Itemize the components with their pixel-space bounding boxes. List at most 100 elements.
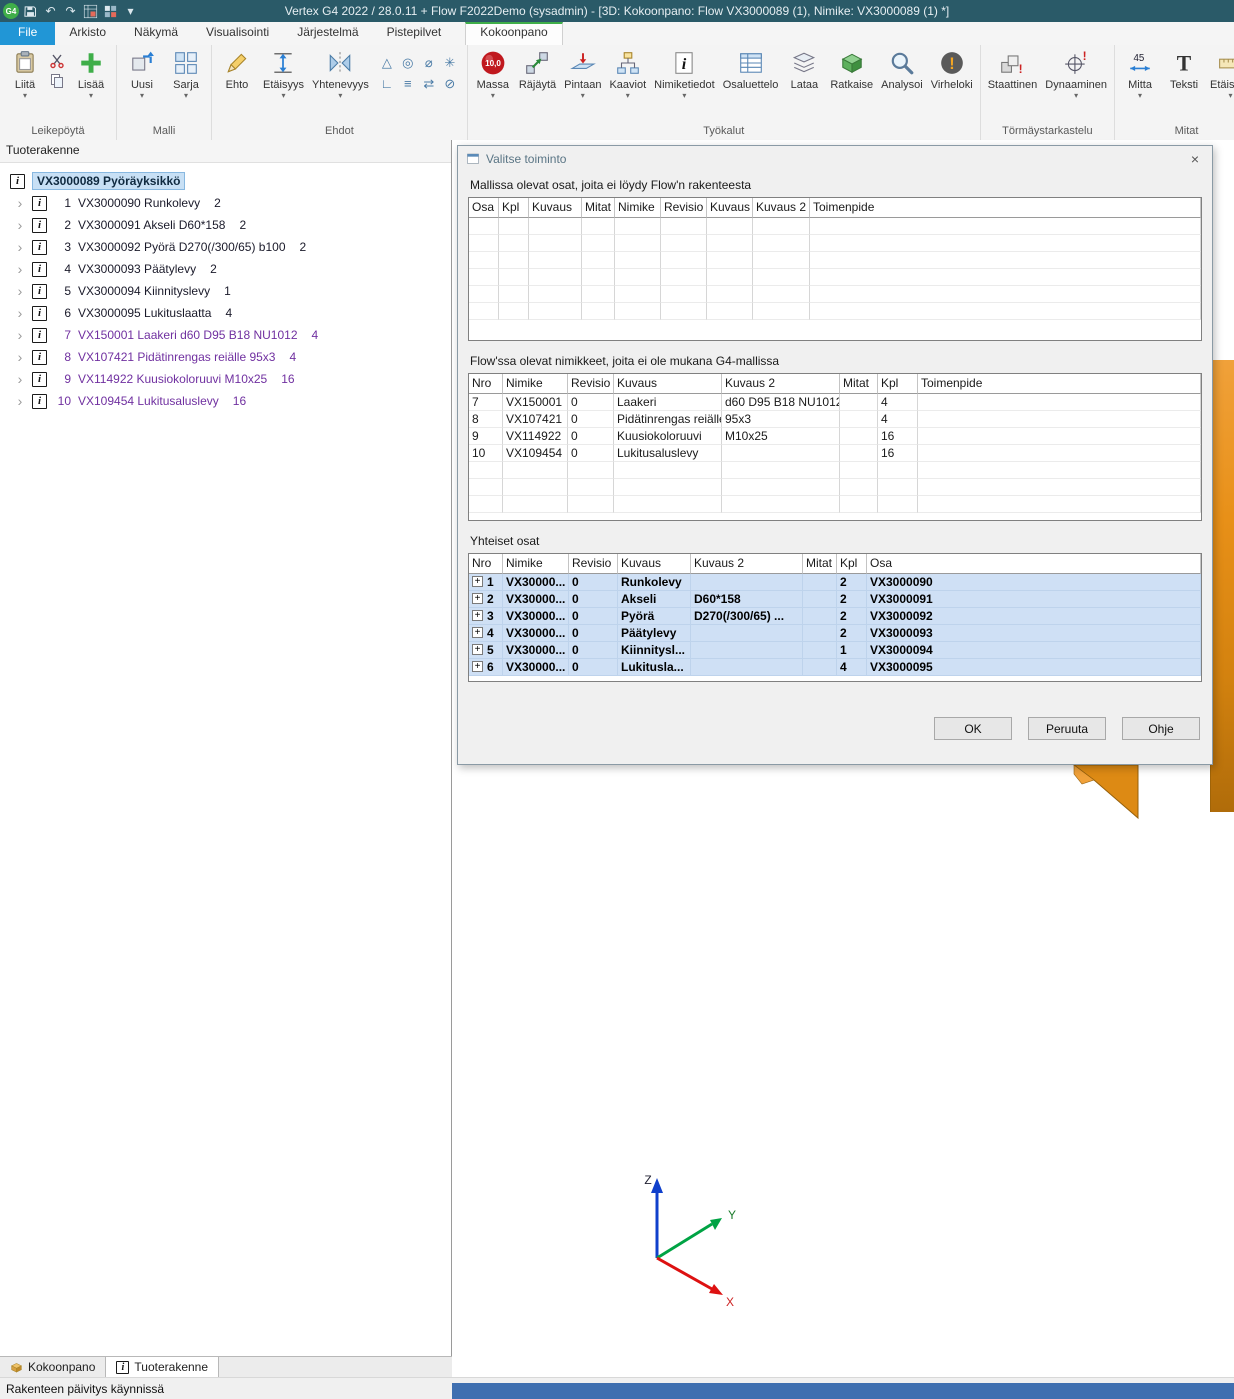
column-header[interactable]: Mitat: [840, 374, 878, 394]
column-header[interactable]: Revisio: [569, 554, 618, 574]
table-row[interactable]: +6VX30000...0Lukitusla...4VX3000095: [469, 659, 1201, 676]
library-icon[interactable]: [83, 4, 98, 19]
column-header[interactable]: Revisio: [568, 374, 614, 394]
column-header[interactable]: Nro: [469, 374, 503, 394]
chevron-right-icon[interactable]: ›: [12, 393, 28, 409]
table-row[interactable]: +1VX30000...0Runkolevy2VX3000090: [469, 574, 1201, 591]
column-header[interactable]: Toimenpide: [918, 374, 1201, 394]
row-expander-icon[interactable]: +: [472, 661, 483, 672]
info-box-icon[interactable]: i: [32, 306, 47, 321]
concentric-icon[interactable]: ◎: [400, 55, 416, 71]
ribbon-button-pintaan[interactable]: Pintaan▾: [560, 47, 605, 100]
column-header[interactable]: Mitat: [582, 198, 615, 218]
row-expander-icon[interactable]: +: [472, 627, 483, 638]
info-box-icon[interactable]: i: [32, 394, 47, 409]
tab-pistepilvet[interactable]: Pistepilvet: [373, 22, 456, 45]
info-box-icon[interactable]: i: [32, 218, 47, 233]
row-expander-icon[interactable]: +: [472, 644, 483, 655]
info-box-icon[interactable]: i: [32, 372, 47, 387]
tab-file[interactable]: File: [0, 22, 55, 45]
table-row[interactable]: +4VX30000...0Päätylevy2VX3000093: [469, 625, 1201, 642]
chevron-right-icon[interactable]: ›: [12, 239, 28, 255]
ribbon-button-kaaviot[interactable]: Kaaviot▾: [605, 47, 650, 100]
column-header[interactable]: Nro: [469, 554, 503, 574]
dialog-titlebar[interactable]: Valitse toiminto ×: [458, 146, 1212, 172]
ribbon-button-sarja[interactable]: Sarja▾: [164, 47, 208, 100]
chevron-right-icon[interactable]: ›: [12, 195, 28, 211]
angle-icon[interactable]: △: [379, 55, 395, 71]
help-button[interactable]: Ohje: [1122, 717, 1200, 740]
tree-item[interactable]: ›i1VX3000090 Runkolevy2: [0, 192, 451, 214]
undo-icon[interactable]: ↶: [43, 4, 58, 19]
tree-item[interactable]: ›i8VX107421 Pidätinrengas reiälle 95x34: [0, 346, 451, 368]
column-header[interactable]: Nimike: [615, 198, 661, 218]
ribbon-button-ratkaise[interactable]: Ratkaise: [826, 47, 877, 91]
column-header[interactable]: Toimenpide: [810, 198, 1201, 218]
model-3d-part[interactable]: [1072, 764, 1140, 820]
column-header[interactable]: Kpl: [499, 198, 529, 218]
column-header[interactable]: Kuvaus: [618, 554, 691, 574]
row-expander-icon[interactable]: +: [472, 593, 483, 604]
ribbon-button-teksti[interactable]: TTeksti: [1162, 47, 1206, 91]
info-box-icon[interactable]: i: [10, 174, 25, 189]
column-header[interactable]: Kuvaus 2: [722, 374, 840, 394]
table-row[interactable]: 9VX1149220KuusiokoloruuviM10x2516: [469, 428, 1201, 445]
pattern-icon[interactable]: ✳: [442, 55, 458, 71]
toolbar-options-icon[interactable]: ▾: [123, 4, 138, 19]
cancel-button[interactable]: Peruuta: [1028, 717, 1106, 740]
ribbon-button-dynaaminen[interactable]: !Dynaaminen▾: [1041, 47, 1111, 100]
ok-button[interactable]: OK: [934, 717, 1012, 740]
row-expander-icon[interactable]: +: [472, 610, 483, 621]
tree-item[interactable]: ›i7VX150001 Laakeri d60 D95 B18 NU10124: [0, 324, 451, 346]
info-box-icon[interactable]: i: [32, 328, 47, 343]
ribbon-button-lataa[interactable]: Lataa: [782, 47, 826, 91]
row-expander-icon[interactable]: +: [472, 576, 483, 587]
tree-item[interactable]: ›i9VX114922 Kuusiokoloruuvi M10x2516: [0, 368, 451, 390]
chevron-right-icon[interactable]: ›: [12, 217, 28, 233]
column-header[interactable]: Nimike: [503, 554, 569, 574]
chevron-right-icon[interactable]: ›: [12, 371, 28, 387]
bottom-tab-kokoonpano[interactable]: Kokoonpano: [0, 1357, 106, 1377]
tab-nakyma[interactable]: Näkymä: [120, 22, 192, 45]
table-row[interactable]: 7VX1500010Laakerid60 D95 B18 NU10124: [469, 394, 1201, 411]
ribbon-button-nimiketiedot[interactable]: iNimiketiedot▾: [650, 47, 719, 100]
app-logo[interactable]: G4: [3, 3, 19, 19]
column-header[interactable]: Kuvaus 2: [753, 198, 810, 218]
column-header[interactable]: Kuvaus: [529, 198, 582, 218]
diameter-icon[interactable]: ⌀: [421, 55, 437, 71]
table-row[interactable]: 8VX1074210Pidätinrengas reiälle95x34: [469, 411, 1201, 428]
tree-item[interactable]: ›i5VX3000094 Kiinnityslevy1: [0, 280, 451, 302]
tree-root-item[interactable]: iVX3000089 Pyöräyksikkö: [0, 170, 451, 192]
info-box-icon[interactable]: i: [32, 284, 47, 299]
chevron-right-icon[interactable]: ›: [12, 349, 28, 365]
save-icon[interactable]: [23, 4, 38, 19]
parallel-icon[interactable]: ⇄: [421, 76, 437, 92]
ribbon-button-massa[interactable]: 10,0Massa▾: [471, 47, 515, 100]
info-box-icon[interactable]: i: [32, 240, 47, 255]
ribbon-button-etaisyys[interactable]: Etäisyys▾: [1206, 47, 1234, 100]
redo-icon[interactable]: ↷: [63, 4, 78, 19]
column-header[interactable]: Mitat: [803, 554, 837, 574]
ribbon-button-lisaa[interactable]: Lisää▾: [69, 47, 113, 100]
ribbon-button-osaluettelo[interactable]: Osaluettelo: [719, 47, 783, 91]
tree-item[interactable]: ›i3VX3000092 Pyörä D270(/300/65) b1002: [0, 236, 451, 258]
chevron-right-icon[interactable]: ›: [12, 327, 28, 343]
tree-item[interactable]: ›i10VX109454 Lukitusaluslevy16: [0, 390, 451, 412]
component-icon[interactable]: [103, 4, 118, 19]
equal-icon[interactable]: ≡: [400, 76, 416, 92]
bottom-tab-tuoterakenne[interactable]: iTuoterakenne: [106, 1357, 219, 1377]
ribbon-button-staattinen[interactable]: !Staattinen: [984, 47, 1042, 91]
chevron-right-icon[interactable]: ›: [12, 261, 28, 277]
chevron-right-icon[interactable]: ›: [12, 305, 28, 321]
ribbon-button-yhtenevyys[interactable]: Yhtenevyys▾: [308, 47, 373, 100]
column-header[interactable]: Revisio: [661, 198, 707, 218]
column-header[interactable]: Osa: [469, 198, 499, 218]
info-box-icon[interactable]: i: [32, 196, 47, 211]
info-box-icon[interactable]: i: [32, 350, 47, 365]
info-box-icon[interactable]: i: [32, 262, 47, 277]
table-row[interactable]: +3VX30000...0PyöräD270(/300/65) ...2VX30…: [469, 608, 1201, 625]
column-header[interactable]: Nimike: [503, 374, 568, 394]
column-header[interactable]: Kuvaus: [707, 198, 753, 218]
tab-kokoonpano[interactable]: Kokoonpano: [465, 22, 562, 45]
ribbon-button-ehto[interactable]: Ehto: [215, 47, 259, 91]
